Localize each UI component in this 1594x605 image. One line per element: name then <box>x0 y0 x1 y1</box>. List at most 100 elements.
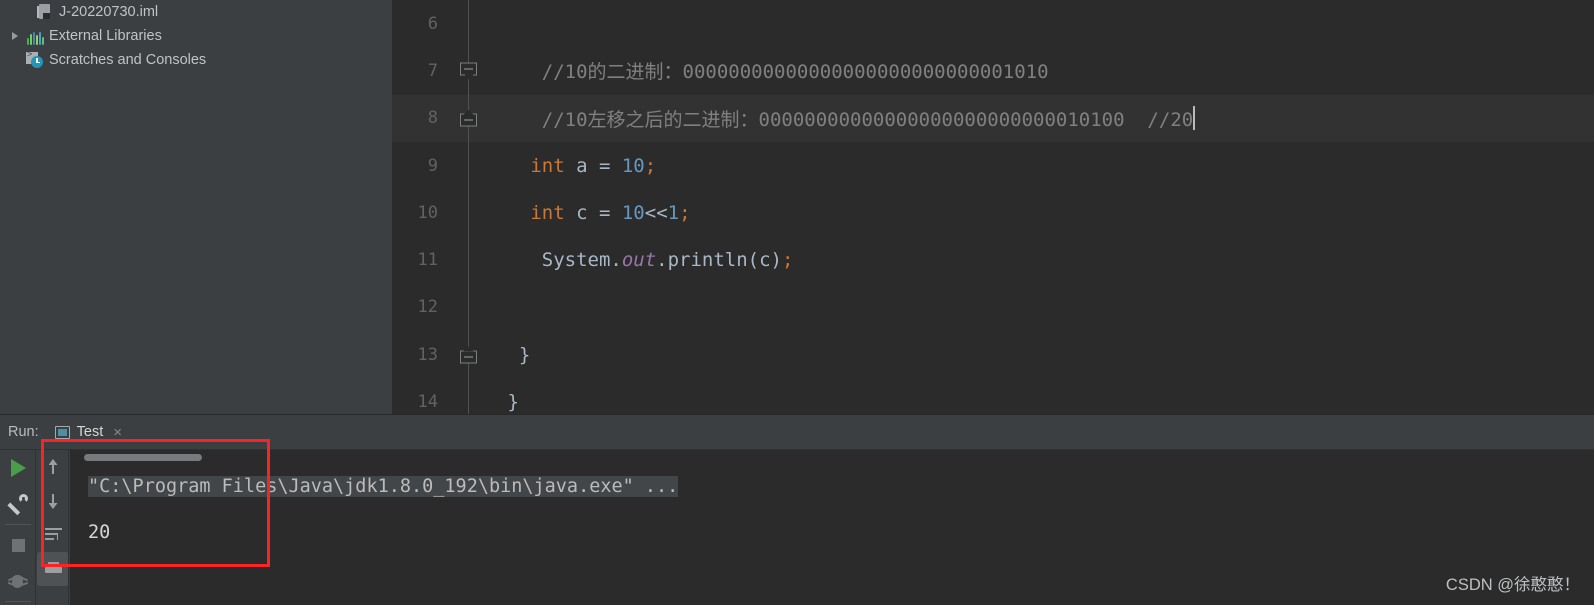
line-number: 9 <box>427 155 438 176</box>
run-config-icon <box>54 425 70 439</box>
rerun-button[interactable] <box>0 450 36 486</box>
code-token: } <box>496 391 519 414</box>
code-token: << <box>644 201 668 224</box>
console-icon <box>44 596 62 605</box>
fold-column <box>448 47 490 95</box>
line-number: 13 <box>417 344 438 365</box>
fold-guide-line <box>468 236 469 284</box>
code-token: = <box>598 201 622 224</box>
watermark: CSDN @徐憨憨！ <box>1445 576 1580 594</box>
run-toolbar-primary <box>0 450 36 605</box>
print-icon <box>44 561 62 577</box>
iml-file-icon <box>36 3 54 21</box>
console-output-line: 20 <box>88 522 111 543</box>
tree-item-label: External Libraries <box>49 28 162 44</box>
fold-marker-icon[interactable] <box>460 62 477 80</box>
line-number: 7 <box>427 60 438 81</box>
code-token: //10左移之后的二进制：000000000000000000000000000… <box>496 108 1194 131</box>
code-line[interactable]: 9 int a = 10; <box>392 141 1594 190</box>
code-line[interactable]: 8 //10左移之后的二进制：0000000000000000000000000… <box>392 94 1594 142</box>
code-token: 1 <box>667 201 680 224</box>
debug-button[interactable] <box>0 563 36 599</box>
fold-column <box>448 236 490 284</box>
project-tree-panel: J-20220730.iml External Libraries Scratc… <box>0 0 392 414</box>
tree-item-external-libraries[interactable]: External Libraries <box>0 24 392 48</box>
code-token: out <box>621 249 657 272</box>
fold-guide-line <box>468 141 469 190</box>
libraries-icon <box>26 27 44 45</box>
print-button[interactable] <box>37 552 69 586</box>
up-button[interactable] <box>37 450 69 484</box>
toolbar-border <box>68 450 69 605</box>
arrow-down-icon <box>46 492 60 510</box>
code-token: c <box>564 201 599 224</box>
scratches-icon <box>26 49 44 69</box>
fold-column <box>448 141 490 190</box>
horizontal-scrollbar[interactable] <box>84 454 202 461</box>
stop-button[interactable] <box>0 527 36 563</box>
code-token: int <box>496 201 565 224</box>
code-editor[interactable]: 6 7 //10的二进制：0000000000000000000000000000… <box>392 0 1594 426</box>
console-button[interactable] <box>37 586 69 605</box>
code-token: 10 <box>621 154 645 177</box>
code-text[interactable]: //10的二进制：0000000000000000000000000000101… <box>496 47 1049 94</box>
down-button[interactable] <box>37 484 69 518</box>
play-icon <box>10 459 26 477</box>
code-token: } <box>496 343 531 366</box>
console-command-text: "C:\Program Files\Java\jdk1.8.0_192\bin\… <box>88 476 679 497</box>
fold-column <box>448 0 490 47</box>
run-header: Run: Test × <box>0 415 1594 449</box>
code-text[interactable]: //10左移之后的二进制：000000000000000000000000000… <box>496 95 1196 142</box>
ide-window: J-20220730.iml External Libraries Scratc… <box>0 0 1594 605</box>
code-token: int <box>496 154 565 177</box>
stop-icon <box>11 538 25 552</box>
toolbar-border <box>35 450 36 605</box>
close-icon[interactable]: × <box>113 424 122 441</box>
wrap-text-icon <box>44 528 62 542</box>
code-token: = <box>598 154 622 177</box>
code-token: ; <box>644 154 657 177</box>
code-line[interactable]: 11 System. out .println(c); <box>392 236 1594 284</box>
text-caret <box>1193 106 1196 131</box>
code-line[interactable]: 13 } <box>392 331 1594 379</box>
code-token: ; <box>679 201 691 224</box>
code-token: ; <box>782 249 794 272</box>
fold-guide-line <box>468 189 469 237</box>
run-tab-label: Test <box>76 424 104 440</box>
console-lines: "C:\Program Files\Java\jdk1.8.0_192\bin\… <box>88 464 1594 605</box>
code-line[interactable]: 12 <box>392 283 1594 332</box>
console-output[interactable]: "C:\Program Files\Java\jdk1.8.0_192\bin\… <box>70 450 1594 605</box>
toolbar-divider <box>5 601 31 602</box>
run-toolbar-secondary <box>37 450 69 605</box>
fold-marker-icon[interactable] <box>460 109 477 127</box>
code-line[interactable]: 6 <box>392 0 1594 47</box>
line-number: 8 <box>427 108 438 129</box>
line-number: 10 <box>417 202 438 223</box>
tree-item-label: Scratches and Consoles <box>49 52 207 68</box>
code-text[interactable]: } <box>496 331 530 378</box>
fold-column <box>448 94 490 142</box>
fold-marker-icon[interactable] <box>460 346 477 364</box>
run-tab-test[interactable]: Test × <box>54 424 122 441</box>
arrow-up-icon <box>46 458 60 476</box>
console-command-line: "C:\Program Files\Java\jdk1.8.0_192\bin\… <box>88 464 1594 510</box>
settings-button[interactable] <box>0 486 36 522</box>
code-token: System. <box>496 249 622 272</box>
tree-item-scratches-and-consoles[interactable]: Scratches and Consoles <box>0 48 392 72</box>
fold-column <box>448 331 490 379</box>
code-text[interactable]: System. out .println(c); <box>496 236 794 283</box>
tree-item-iml-file[interactable]: J-20220730.iml <box>0 0 392 24</box>
code-lines: 6 7 //10的二进制：0000000000000000000000000000… <box>392 0 1594 426</box>
wrench-icon <box>7 494 28 515</box>
code-text[interactable]: int c = 10 << 1; <box>496 189 691 236</box>
bug-icon <box>7 572 29 590</box>
soft-wrap-button[interactable] <box>37 518 69 552</box>
code-line[interactable]: 7 //10的二进制：00000000000000000000000000001… <box>392 47 1594 95</box>
fold-column <box>448 189 490 237</box>
line-number: 12 <box>417 297 438 318</box>
code-text[interactable]: int a = 10; <box>496 142 656 189</box>
run-body: "C:\Program Files\Java\jdk1.8.0_192\bin\… <box>0 450 1594 605</box>
code-token: a <box>564 154 599 177</box>
chevron-right-icon[interactable] <box>4 32 26 40</box>
code-line[interactable]: 10 int c = 10 << 1; <box>392 189 1594 237</box>
